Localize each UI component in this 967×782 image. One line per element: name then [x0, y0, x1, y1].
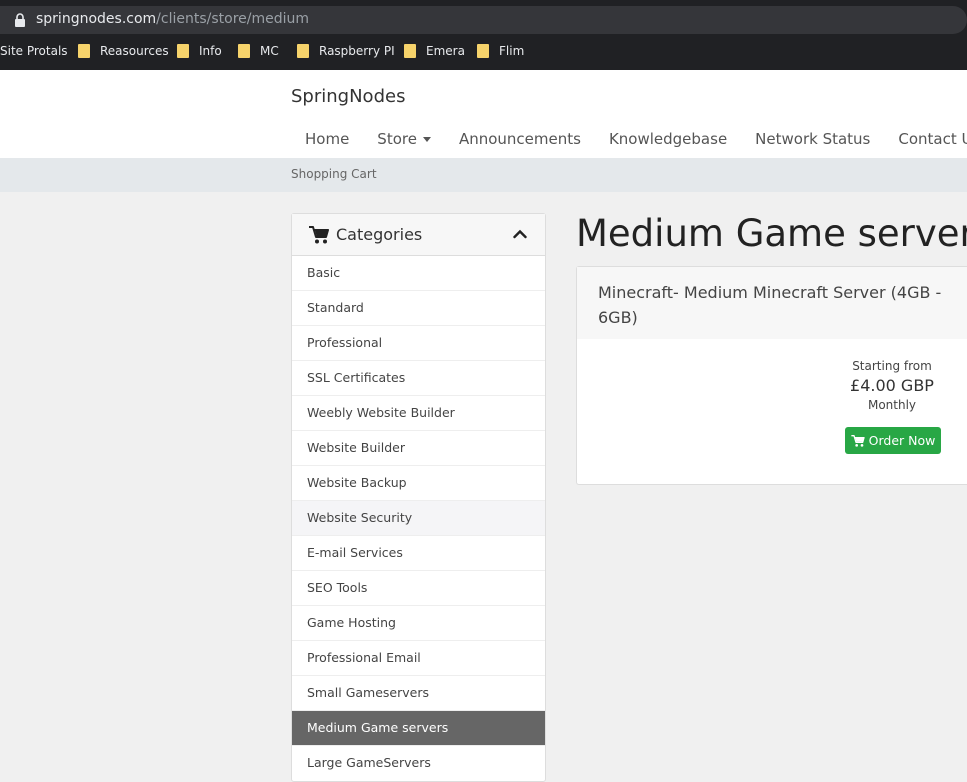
category-item-weebly-website-builder[interactable]: Weebly Website Builder — [292, 396, 545, 431]
bookmark-emera[interactable]: Emera — [404, 44, 465, 58]
bookmark-raspberry-pi[interactable]: Raspberry PI — [297, 44, 395, 58]
nav-knowledgebase[interactable]: Knowledgebase — [595, 130, 741, 148]
product-price: £4.00 GBP — [850, 376, 934, 395]
price-block: Starting from £4.00 GBP Monthly — [825, 359, 959, 412]
category-item-standard[interactable]: Standard — [292, 291, 545, 326]
bookmark-mc[interactable]: MC — [238, 44, 279, 58]
category-item-small-gameservers[interactable]: Small Gameservers — [292, 676, 545, 711]
category-item-basic[interactable]: Basic — [292, 256, 545, 291]
page-title: Medium Game servers — [576, 212, 967, 255]
category-item-website-security[interactable]: Website Security — [292, 501, 545, 536]
order-now-label: Order Now — [868, 433, 936, 448]
folder-icon — [177, 44, 189, 58]
folder-icon — [78, 44, 90, 58]
product-name: Minecraft- Medium Minecraft Server (4GB … — [598, 283, 942, 327]
address-bar[interactable]: springnodes.com/clients/store/medium — [0, 6, 967, 34]
folder-icon — [477, 44, 489, 58]
nav-store[interactable]: Store — [363, 130, 445, 148]
category-item-professional-email[interactable]: Professional Email — [292, 641, 545, 676]
bookmark-flim[interactable]: Flim — [477, 44, 524, 58]
category-item-e-mail-services[interactable]: E-mail Services — [292, 536, 545, 571]
category-item-website-backup[interactable]: Website Backup — [292, 466, 545, 501]
folder-icon — [297, 44, 309, 58]
billing-cycle: Monthly — [867, 398, 917, 412]
starting-from-label: Starting from — [852, 359, 932, 373]
categories-list: Basic Standard Professional SSL Certificate… — [292, 256, 545, 781]
bookmarks-bar: Site Protals Reasources Info MC Raspberr… — [0, 38, 967, 66]
bookmark-info[interactable]: Info — [177, 44, 222, 58]
site-header: SpringNodes Home Store Announcements Kno… — [0, 70, 967, 158]
product-card: Minecraft- Medium Minecraft Server (4GB … — [576, 266, 967, 485]
nav-announcements[interactable]: Announcements — [445, 130, 595, 148]
caret-down-icon — [422, 136, 431, 142]
categories-header[interactable]: Categories — [292, 214, 545, 256]
nav-network-status[interactable]: Network Status — [741, 130, 884, 148]
categories-title: Categories — [336, 225, 423, 244]
lock-icon — [15, 13, 25, 27]
category-item-game-hosting[interactable]: Game Hosting — [292, 606, 545, 641]
brand-logo[interactable]: SpringNodes — [291, 86, 405, 107]
category-item-medium-game-servers[interactable]: Medium Game servers — [292, 711, 545, 746]
bookmark-reasources[interactable]: Reasources — [78, 44, 169, 58]
categories-panel: Categories Basic Standard Professional SSL … — [291, 213, 546, 782]
breadcrumb: Shopping Cart — [0, 158, 967, 192]
url-text: springnodes.com/clients/store/medium — [36, 11, 310, 27]
nav-home[interactable]: Home — [291, 130, 363, 148]
chevron-up-icon[interactable] — [513, 227, 527, 241]
breadcrumb-shopping-cart[interactable]: Shopping Cart — [291, 167, 377, 181]
category-item-seo-tools[interactable]: SEO Tools — [292, 571, 545, 606]
category-item-ssl-certificates[interactable]: SSL Certificates — [292, 361, 545, 396]
shopping-cart-icon — [309, 226, 329, 244]
category-item-professional[interactable]: Professional — [292, 326, 545, 361]
category-item-website-builder[interactable]: Website Builder — [292, 431, 545, 466]
folder-icon — [238, 44, 250, 58]
order-now-button[interactable]: Order Now — [845, 427, 941, 454]
folder-icon — [404, 44, 416, 58]
bookmark-site-protals[interactable]: Site Protals — [0, 44, 68, 58]
shopping-cart-icon — [850, 434, 865, 447]
nav-contact-us[interactable]: Contact Us — [884, 130, 967, 148]
product-header: Minecraft- Medium Minecraft Server (4GB … — [577, 267, 967, 339]
browser-chrome: springnodes.com/clients/store/medium Sit… — [0, 0, 967, 70]
category-item-large-gameservers[interactable]: Large GameServers — [292, 746, 545, 781]
main-nav: Home Store Announcements Knowledgebase N… — [291, 130, 967, 148]
